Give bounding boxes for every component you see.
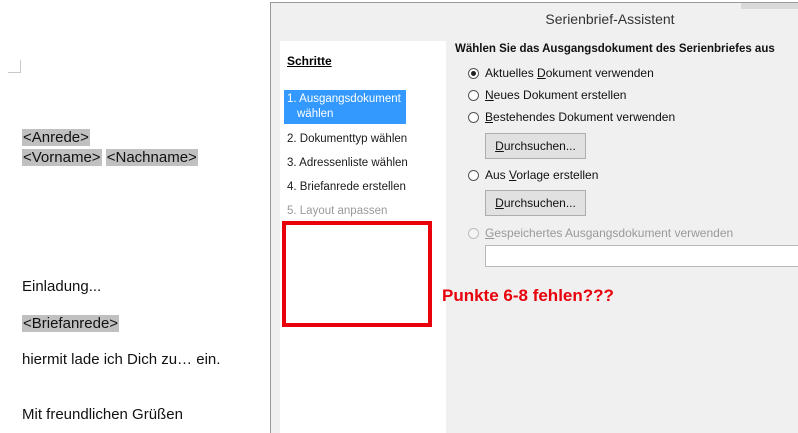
option-template[interactable]: Aus Vorlage erstellen [468,168,598,182]
browse-button-existing[interactable]: Durchsuchen... [485,133,586,159]
option-new-document[interactable]: Neues Dokument erstellen [468,88,626,102]
step-1-label-line2: wählen [297,108,334,120]
dialog-titlebar[interactable]: Serienbrief-Assistent [271,3,798,35]
option-current-label: Aktuelles Dokument verwenden [485,66,654,80]
option-existing-document[interactable]: Bestehendes Dokument verwenden [468,110,675,124]
option-current-document[interactable]: Aktuelles Dokument verwenden [468,66,654,80]
doc-line-body: hiermit lade ich Dich zu… ein. [22,351,221,368]
doc-line-briefanrede: <Briefanrede> [22,315,120,332]
step-4-briefanrede[interactable]: 4. Briefanrede erstellen [284,179,409,195]
annotation-text: Punkte 6-8 fehlen??? [442,286,614,305]
page-corner-mark [8,60,21,73]
option-saved-label: Gespeichertes Ausgangsdokument verwenden [485,226,734,240]
step-1-label-line1: 1. Ausgangsdokument [287,93,401,105]
radio-template[interactable] [468,169,479,181]
steps-heading: Schritte [287,54,332,68]
option-template-label: Aus Vorlage erstellen [485,168,599,182]
content-heading: Wählen Sie das Ausgangsdokument des Seri… [455,43,775,55]
doc-line-einladung: Einladung... [22,278,102,295]
step-3-adressenliste[interactable]: 3. Adressenliste wählen [284,155,411,171]
step-1-ausgangsdokument[interactable]: 1. Ausgangsdokument wählen [284,90,406,124]
doc-line-closing: Mit freundlichen Grüßen [22,406,183,423]
step-5-layout: 5. Layout anpassen [287,205,388,217]
close-button[interactable] [741,3,798,9]
merge-field-vorname[interactable]: <Vorname> [22,149,102,166]
option-new-label: Neues Dokument erstellen [485,88,627,102]
step-content-panel: Wählen Sie das Ausgangsdokument des Seri… [454,43,798,433]
option-existing-label: Bestehendes Dokument verwenden [485,110,676,124]
document-page: <Anrede> <Vorname> <Nachname> Einladung.… [0,0,270,432]
radio-existing-document[interactable] [468,111,479,123]
radio-current-document[interactable] [468,67,479,79]
merge-field-nachname[interactable]: <Nachname> [105,149,198,166]
option-saved-document: Gespeichertes Ausgangsdokument verwenden [468,226,733,240]
radio-new-document[interactable] [468,89,479,101]
dialog-title: Serienbrief-Assistent [545,11,675,27]
step-2-dokumenttyp[interactable]: 2. Dokumenttyp wählen [284,131,410,147]
saved-document-select[interactable] [485,245,798,267]
browse-button-template[interactable]: Durchsuchen... [485,190,586,216]
doc-line-anrede: <Anrede> [22,129,90,146]
annotation-highlight-box [282,221,432,327]
mail-merge-wizard-dialog: Serienbrief-Assistent Schritte 1. Ausgan… [270,2,798,433]
radio-saved-document [468,227,479,239]
merge-field-anrede[interactable]: <Anrede> [22,129,90,146]
doc-line-name: <Vorname> <Nachname> [22,149,198,166]
merge-field-briefanrede[interactable]: <Briefanrede> [22,315,120,332]
